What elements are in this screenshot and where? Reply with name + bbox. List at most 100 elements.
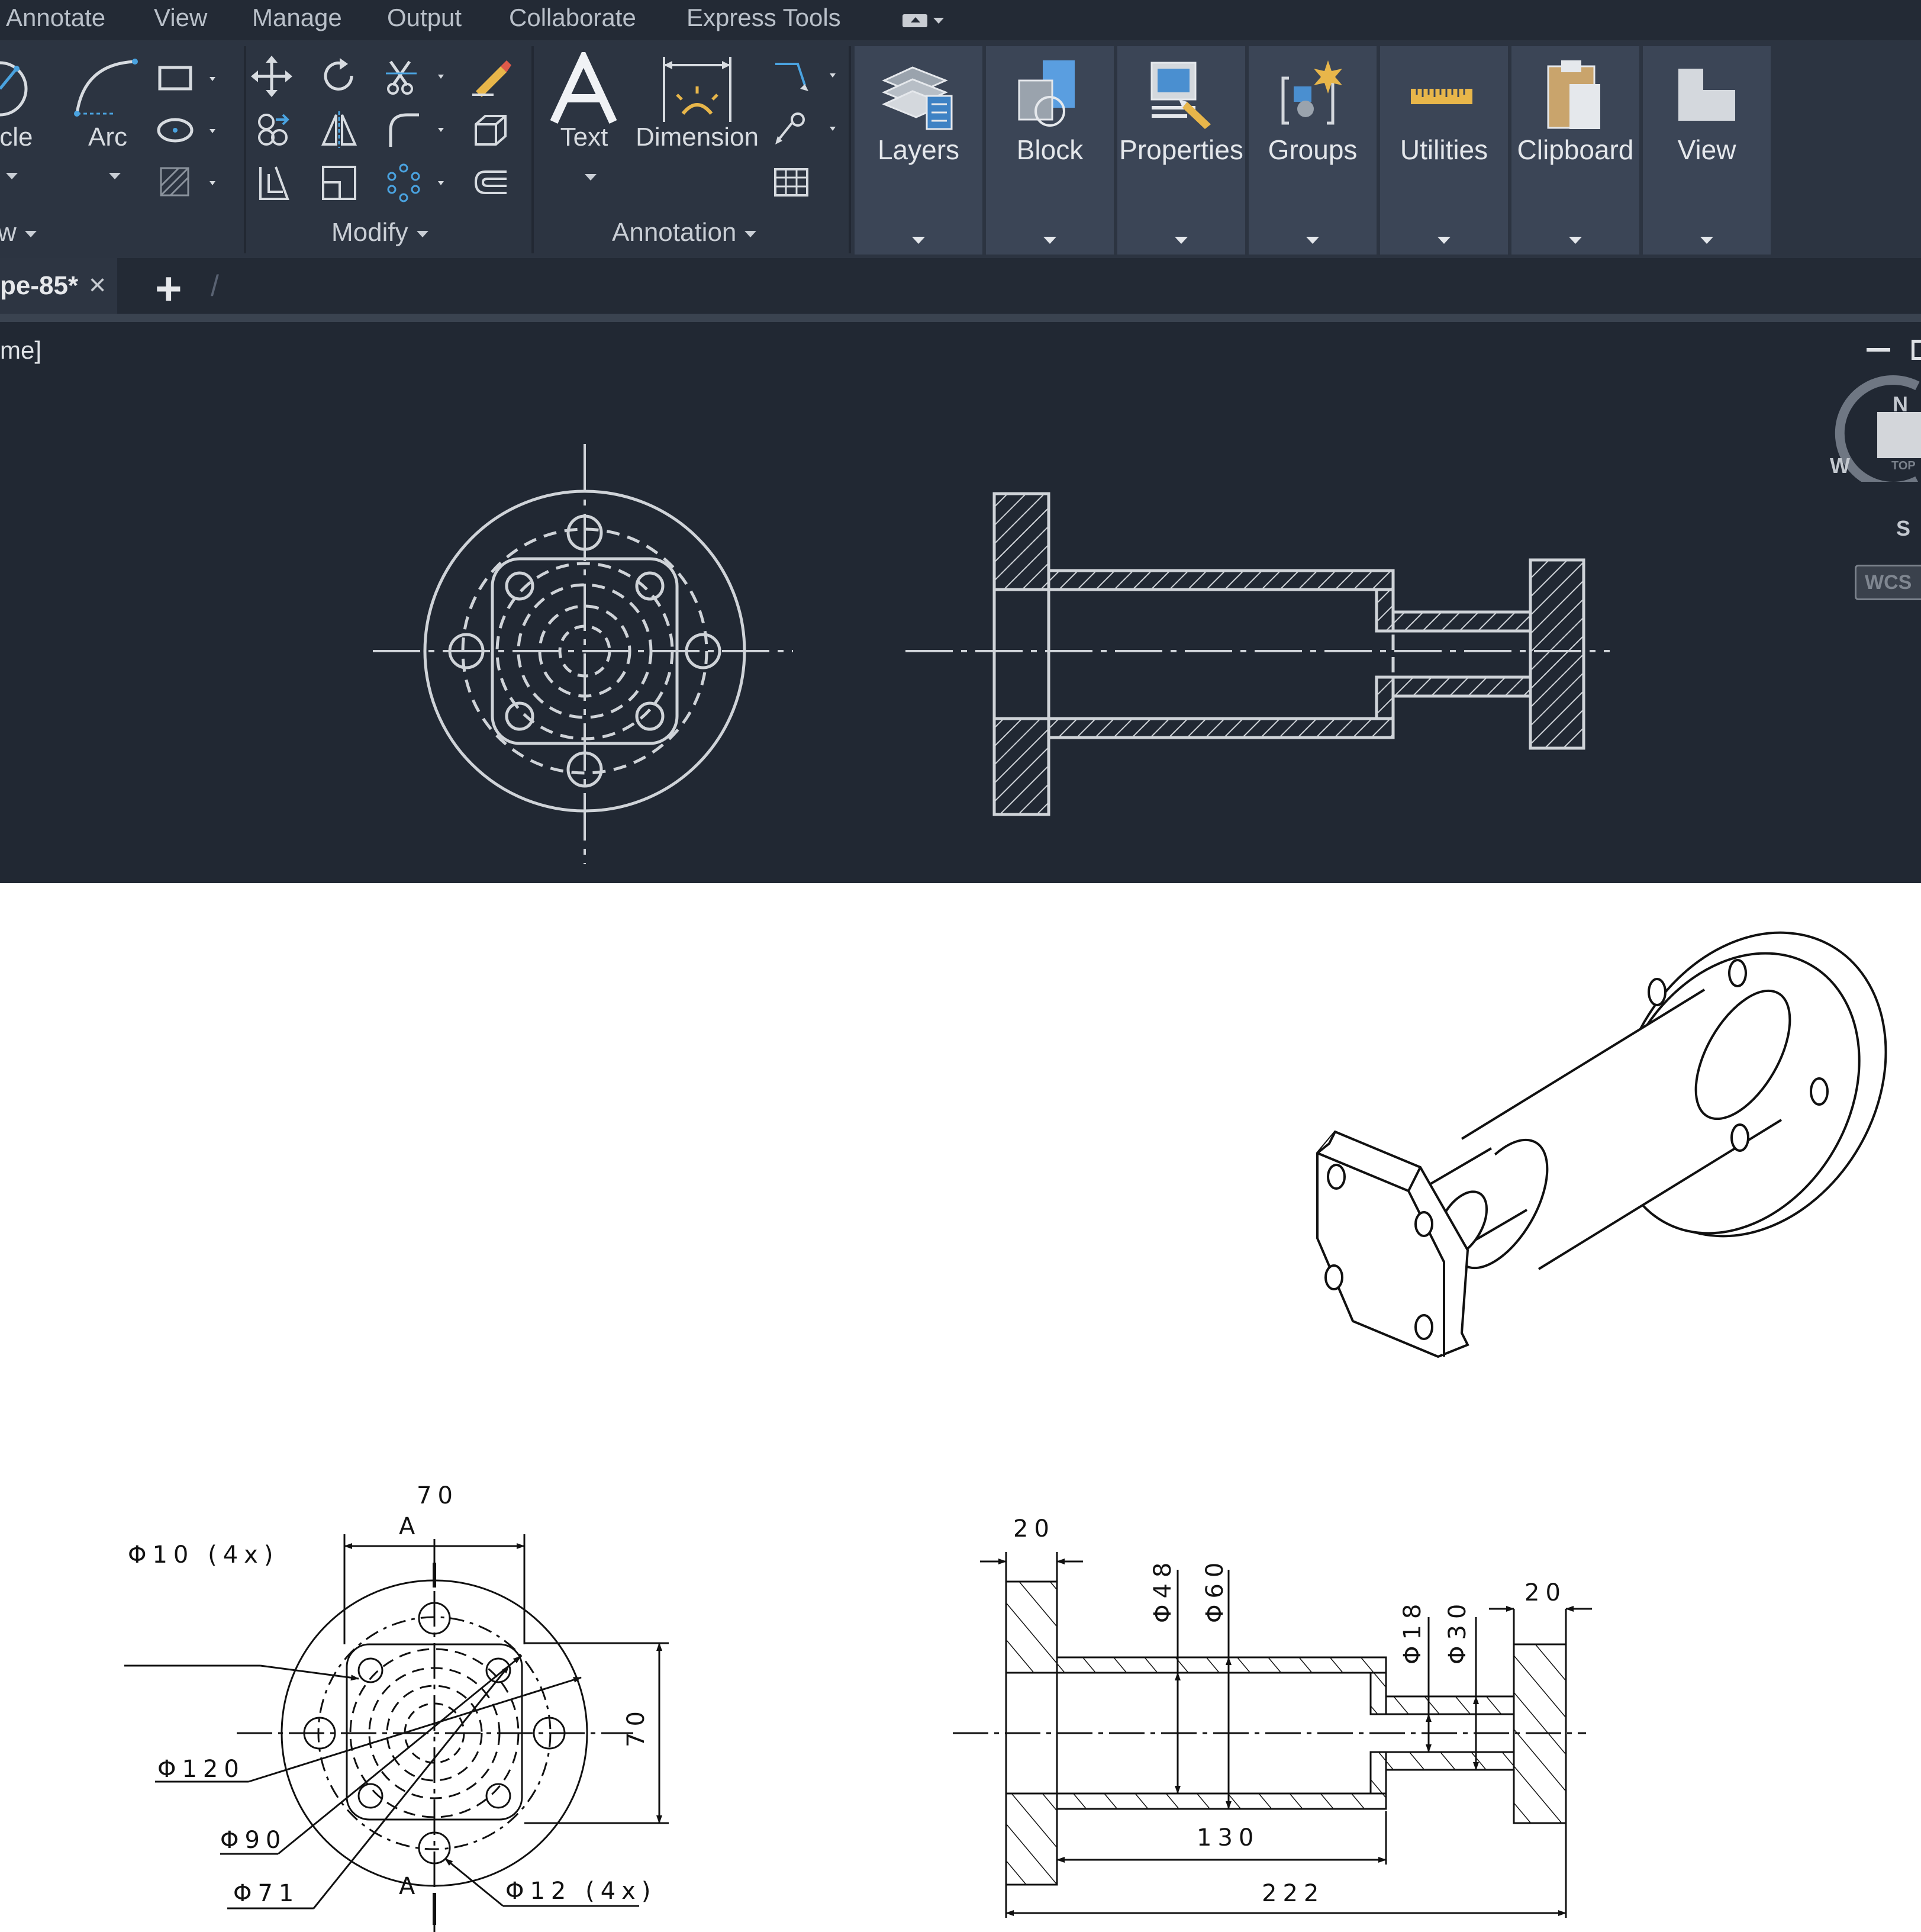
circle-tool-button[interactable]: rcle [0, 52, 47, 152]
move-tool-button[interactable] [251, 56, 292, 97]
dim-body-length: 130 [1197, 1824, 1260, 1852]
erase-tool-button[interactable] [470, 56, 511, 97]
circle-icon [0, 61, 28, 117]
utilities-label: Utilities [1400, 134, 1488, 165]
dim-holes-large: Φ12 (4x) [505, 1878, 657, 1905]
chevron-down-icon [1306, 237, 1319, 244]
menu-manage[interactable]: Manage [252, 4, 342, 32]
dim-front-width: 70 [417, 1482, 459, 1509]
dimension-tool-button[interactable]: Dimension [632, 52, 762, 152]
trim-tool-button[interactable] [383, 56, 455, 97]
hatch-tool-button[interactable] [155, 162, 226, 204]
text-tool-button[interactable]: Text [546, 48, 623, 152]
tab-divider: / [211, 269, 219, 302]
dim-bolt-circle: Φ90 [220, 1827, 287, 1854]
chevron-down-icon [416, 230, 428, 237]
menu-collaborate[interactable]: Collaborate [509, 4, 636, 32]
array-tool-button[interactable] [383, 162, 455, 204]
dim-front-height: 70 [623, 1705, 650, 1747]
arc-tool-button[interactable]: Arc [66, 52, 149, 152]
reference-drawing: 70 A Φ10 (4x) 70 Φ120 Φ90 Φ71 A Φ12 (4x)… [0, 883, 1921, 1932]
file-tab-name: pe-85* [0, 271, 79, 300]
new-tab-plus-icon[interactable]: + [155, 262, 182, 315]
dim-neck-diameter: Φ30 [1444, 1598, 1471, 1664]
dim-flange-right: 20 [1524, 1579, 1567, 1606]
menu-bar: Annotate View Manage Output Collaborate … [0, 0, 1921, 40]
dim-holes-small: Φ10 (4x) [128, 1541, 279, 1569]
panel-divider [531, 46, 534, 253]
scale-tool-button[interactable] [318, 162, 360, 204]
chevron-down-icon [744, 230, 757, 237]
cad-drawing[interactable] [0, 322, 1921, 883]
workspace-icon [903, 14, 927, 27]
block-icon [1018, 60, 1075, 127]
chevron-down-icon [1569, 237, 1582, 244]
offset-tool-button[interactable] [470, 162, 511, 204]
copy-tool-button[interactable] [253, 109, 295, 150]
file-tab[interactable]: pe-85* × [0, 258, 117, 314]
multileader-tool-button[interactable] [769, 109, 846, 150]
view-label: View [1677, 134, 1736, 165]
layers-icon [882, 66, 953, 130]
stretch-tool-button[interactable] [253, 162, 295, 204]
dim-bore-diameter: Φ48 [1149, 1556, 1177, 1623]
block-panel-button[interactable]: Block [986, 46, 1114, 255]
draw-panel-title[interactable]: w [0, 218, 37, 247]
isometric-view [1316, 931, 1887, 1358]
properties-panel-button[interactable]: Properties [1117, 46, 1245, 255]
chevron-down-icon [1700, 237, 1713, 244]
fillet-tool-button[interactable] [383, 109, 455, 150]
clipboard-icon [1547, 60, 1600, 129]
groups-label: Groups [1268, 134, 1358, 165]
layers-panel-button[interactable]: Layers [855, 46, 982, 255]
draw-panel-label: w [0, 218, 17, 247]
chevron-down-icon [109, 173, 121, 179]
section-mark-bottom: A [399, 1873, 421, 1900]
drawing-viewport[interactable]: me] N S W TOP WCS [0, 322, 1921, 883]
view-panel-button[interactable]: View [1643, 46, 1771, 255]
3d-box-tool-button[interactable] [470, 109, 511, 150]
utilities-panel-button[interactable]: Utilities [1380, 46, 1508, 255]
leader-tool-button[interactable] [769, 56, 846, 97]
modify-panel-label: Modify [331, 218, 408, 247]
properties-label: Properties [1119, 134, 1243, 165]
chevron-down-icon [1043, 237, 1056, 244]
dim-body-diameter: Φ60 [1201, 1556, 1229, 1623]
menu-annotate[interactable]: Annotate [6, 4, 105, 32]
dim-neck-bore: Φ18 [1399, 1598, 1426, 1664]
section-mark-top: A [399, 1513, 421, 1540]
rotate-tool-button[interactable] [318, 56, 360, 97]
properties-icon [1150, 62, 1211, 129]
panel-divider [849, 46, 851, 253]
mirror-tool-button[interactable] [318, 109, 360, 150]
menu-view[interactable]: View [154, 4, 207, 32]
rectangle-tool-button[interactable] [155, 58, 226, 99]
circle-tool-label: rcle [0, 123, 33, 152]
chevron-down-icon [24, 230, 37, 237]
ribbon: rcle Arc w [0, 40, 1921, 258]
view-icon [1678, 69, 1735, 121]
text-icon [550, 48, 617, 124]
clipboard-panel-button[interactable]: Clipboard [1511, 46, 1639, 255]
ellipse-tool-button[interactable] [155, 110, 226, 152]
arc-icon [74, 59, 138, 117]
groups-icon [1281, 60, 1342, 125]
chevron-down-icon [1437, 237, 1451, 244]
front-view [373, 444, 793, 864]
dim-square-pattern: Φ71 [233, 1880, 300, 1907]
annotation-panel-title[interactable]: Annotation [612, 218, 757, 247]
menu-express-tools[interactable]: Express Tools [686, 4, 841, 32]
paper-section-view [953, 1552, 1592, 1918]
table-tool-button[interactable] [769, 162, 811, 204]
workspace-switch-button[interactable] [903, 11, 944, 31]
dimension-icon [663, 57, 731, 122]
groups-panel-button[interactable]: Groups [1249, 46, 1377, 255]
file-tab-bar: pe-85* × + / [0, 258, 1921, 314]
annotation-panel-label: Annotation [612, 218, 737, 247]
chevron-down-icon [6, 173, 18, 179]
close-icon[interactable]: × [89, 268, 106, 302]
block-label: Block [1016, 134, 1084, 165]
modify-panel-title[interactable]: Modify [331, 218, 428, 247]
clipboard-label: Clipboard [1517, 134, 1634, 165]
menu-output[interactable]: Output [387, 4, 462, 32]
